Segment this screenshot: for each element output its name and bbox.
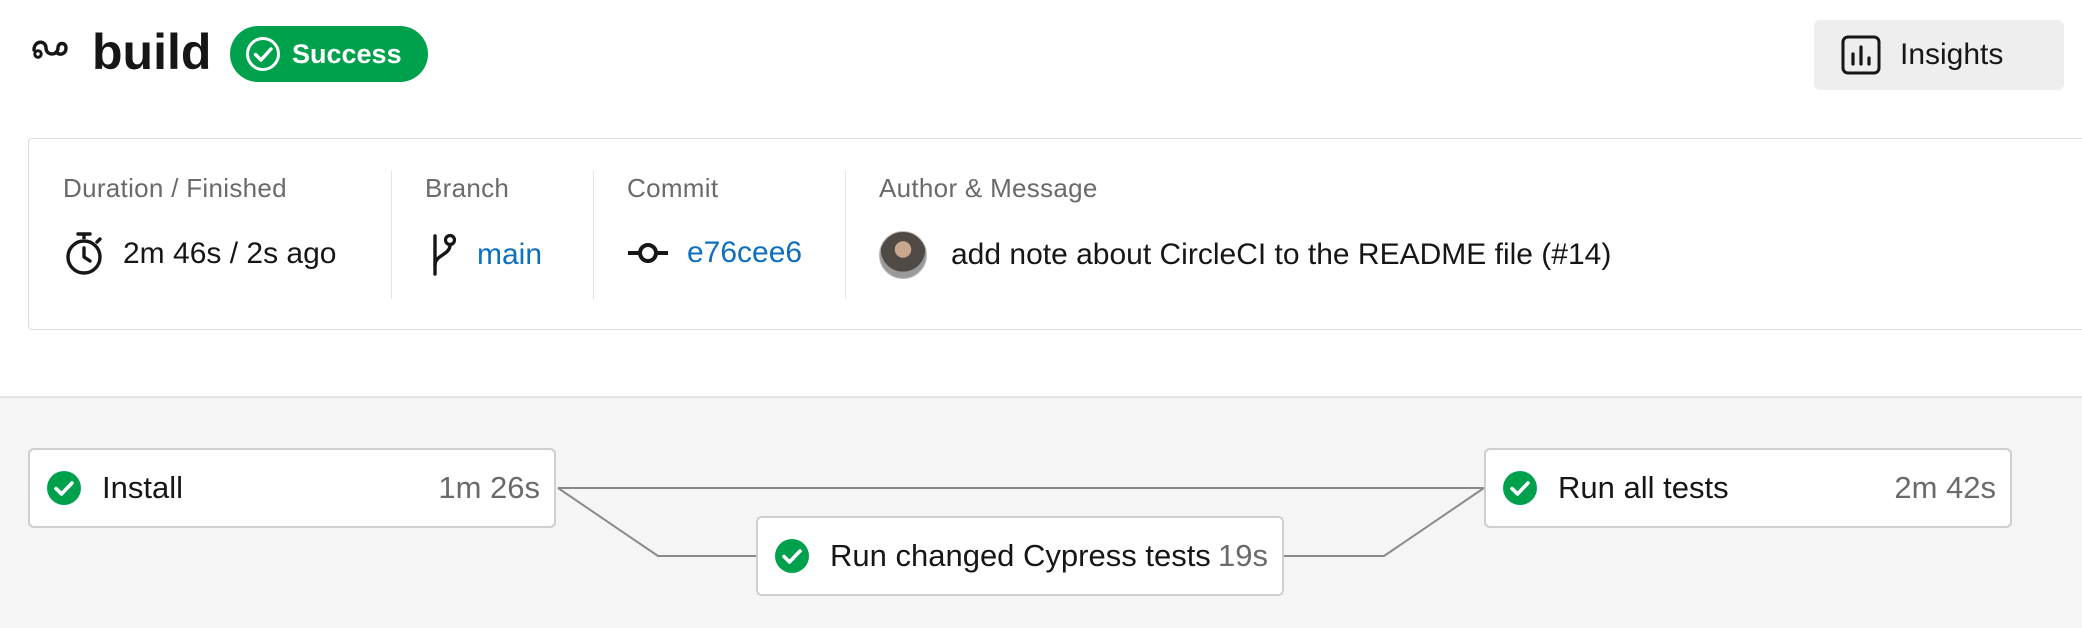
workflow-icon	[32, 40, 68, 59]
insights-button[interactable]: Insights	[1814, 20, 2064, 90]
branch-label: Branch	[425, 173, 510, 203]
check-circle-icon	[246, 37, 280, 71]
status-label: Success	[292, 38, 402, 69]
author-label: Author & Message	[879, 173, 1098, 203]
job-name: Run all tests	[1558, 470, 1729, 505]
commit-link[interactable]: e76cee6	[687, 231, 802, 275]
duration-value: 2m 46s / 2s ago	[123, 237, 337, 270]
connector-install-to-changed	[557, 487, 758, 557]
stopwatch-icon	[66, 232, 102, 275]
page-title: build	[92, 24, 212, 80]
commit-message: add note about CircleCI to the README fi…	[951, 238, 1612, 271]
duration-column: Duration / Finished 2m 46s / 2s ago	[63, 171, 336, 299]
author-column: Author & Message add note about CircleCI…	[879, 171, 1611, 299]
branch-link[interactable]: main	[477, 233, 542, 277]
column-divider	[593, 171, 594, 299]
commit-column: Commit e76cee6	[627, 171, 802, 299]
column-divider	[845, 171, 846, 299]
duration-label: Duration / Finished	[63, 173, 287, 203]
git-commit-icon	[628, 243, 668, 263]
commit-label: Commit	[627, 173, 719, 203]
column-divider	[391, 171, 392, 299]
job-run-changed-cypress-tests[interactable]: Run changed Cypress tests 19s	[756, 516, 1284, 596]
job-install[interactable]: Install 1m 26s	[28, 448, 556, 528]
job-name: Install	[102, 470, 183, 505]
status-badge: Success	[230, 26, 428, 82]
job-run-all-tests[interactable]: Run all tests 2m 42s	[1484, 448, 2012, 528]
branch-column: Branch main	[425, 171, 542, 299]
avatar	[879, 231, 927, 279]
check-circle-icon	[775, 539, 809, 573]
pipeline-graph: Install 1m 26s Run changed Cypress tests…	[0, 396, 2082, 628]
check-circle-icon	[1503, 471, 1537, 505]
workflow-details-panel: Duration / Finished 2m 46s / 2s ago Bran…	[28, 138, 2082, 330]
check-circle-icon	[47, 471, 81, 505]
insights-label: Insights	[1900, 38, 2004, 71]
git-branch-icon	[433, 233, 457, 276]
job-duration: 19s	[1218, 538, 1268, 573]
workflow-page: build Success Insights Duration / Finish…	[0, 0, 2082, 628]
job-duration: 2m 42s	[1894, 470, 1996, 505]
bar-chart-icon	[1841, 35, 1881, 75]
job-name: Run changed Cypress tests	[830, 538, 1211, 573]
connector-changed-to-all-tests	[1284, 487, 1485, 557]
job-duration: 1m 26s	[438, 470, 540, 505]
